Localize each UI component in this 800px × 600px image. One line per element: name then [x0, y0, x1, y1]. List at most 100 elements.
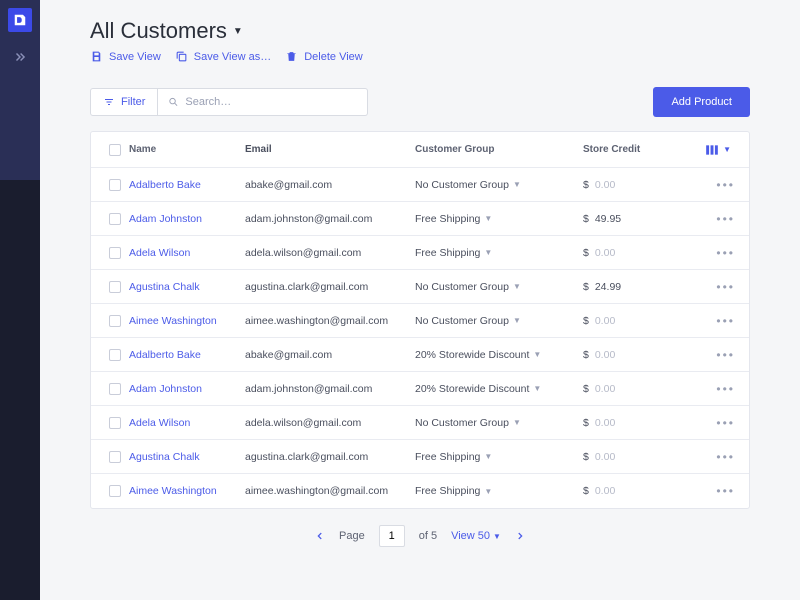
customer-group-select[interactable]: No Customer Group▼: [415, 417, 583, 429]
chevron-down-icon: ▼: [484, 214, 492, 223]
customer-group-select[interactable]: Free Shipping▼: [415, 485, 583, 497]
customer-name-link[interactable]: Aimee Washington: [129, 485, 217, 497]
customer-name-link[interactable]: Adam Johnston: [129, 383, 202, 395]
header-email[interactable]: Email: [245, 144, 415, 155]
brand-logo-icon: [13, 13, 27, 27]
view-actions: Save View Save View as… Delete View: [90, 50, 750, 63]
chevron-down-icon: ▼: [484, 487, 492, 496]
chevron-down-icon: ▼: [533, 384, 541, 393]
table-row: Adam Johnston adam.johnston@gmail.comFree…: [91, 202, 749, 236]
customer-group-select[interactable]: 20% Storewide Discount▼: [415, 383, 583, 395]
customer-name-link[interactable]: Agustina Chalk: [129, 451, 200, 463]
row-checkbox[interactable]: [109, 247, 121, 259]
table-row: Agustina Chalk agustina.clark@gmail.comNo…: [91, 270, 749, 304]
row-checkbox[interactable]: [109, 451, 121, 463]
table-row: Adalberto Bake abake@gmail.com20% Storewi…: [91, 338, 749, 372]
prev-page-button[interactable]: [315, 528, 325, 544]
table-row: Agustina Chalk agustina.clark@gmail.comFr…: [91, 440, 749, 474]
row-checkbox[interactable]: [109, 349, 121, 361]
customer-name-link[interactable]: Adam Johnston: [129, 213, 202, 225]
search-icon: [168, 96, 179, 108]
chevron-down-icon: ▼: [513, 282, 521, 291]
row-checkbox[interactable]: [109, 213, 121, 225]
sidebar: [0, 0, 40, 600]
row-actions-button[interactable]: •••: [716, 450, 735, 464]
chevron-down-icon: ▼: [513, 316, 521, 325]
customer-email: abake@gmail.com: [245, 179, 415, 191]
store-credit: $0.00: [583, 485, 663, 497]
customer-name-link[interactable]: Agustina Chalk: [129, 281, 200, 293]
table-row: Aimee Washingtonaimee.washington@gmail.c…: [91, 304, 749, 338]
columns-icon: [705, 144, 719, 156]
expand-sidebar-button[interactable]: [13, 50, 27, 69]
row-actions-button[interactable]: •••: [716, 382, 735, 396]
customer-email: agustina.clark@gmail.com: [245, 451, 415, 463]
copy-icon: [175, 50, 188, 63]
page-size-select[interactable]: View 50 ▼: [451, 530, 501, 542]
customer-group-select[interactable]: No Customer Group▼: [415, 281, 583, 293]
select-all-checkbox[interactable]: [109, 144, 121, 156]
customer-group-select[interactable]: Free Shipping▼: [415, 247, 583, 259]
chevron-down-icon: ▼: [723, 145, 731, 154]
customer-email: adam.johnston@gmail.com: [245, 213, 415, 225]
row-checkbox[interactable]: [109, 383, 121, 395]
customer-group-select[interactable]: 20% Storewide Discount▼: [415, 349, 583, 361]
save-view-as-button[interactable]: Save View as…: [175, 50, 271, 63]
header-name[interactable]: Name: [129, 144, 245, 155]
row-actions-button[interactable]: •••: [716, 484, 735, 498]
filter-icon: [103, 96, 115, 108]
page-of-label: of 5: [419, 530, 437, 542]
row-actions-button[interactable]: •••: [716, 280, 735, 294]
store-credit: $0.00: [583, 451, 663, 463]
table-row: Adam Johnston adam.johnston@gmail.com20% …: [91, 372, 749, 406]
brand-logo[interactable]: [8, 8, 32, 32]
customer-group-select[interactable]: Free Shipping▼: [415, 213, 583, 225]
customer-email: abake@gmail.com: [245, 349, 415, 361]
search-field[interactable]: [158, 88, 368, 116]
customer-name-link[interactable]: Adela Wilson: [129, 247, 190, 259]
customer-group-select[interactable]: No Customer Group▼: [415, 315, 583, 327]
add-product-button[interactable]: Add Product: [653, 87, 750, 117]
customer-group-select[interactable]: No Customer Group▼: [415, 179, 583, 191]
row-checkbox[interactable]: [109, 485, 121, 497]
row-actions-button[interactable]: •••: [716, 314, 735, 328]
delete-view-button[interactable]: Delete View: [285, 50, 363, 63]
search-input[interactable]: [185, 96, 357, 108]
row-actions-button[interactable]: •••: [716, 212, 735, 226]
row-actions-button[interactable]: •••: [716, 348, 735, 362]
store-credit: $0.00: [583, 417, 663, 429]
header-credit[interactable]: Store Credit: [583, 144, 663, 155]
row-checkbox[interactable]: [109, 315, 121, 327]
main-content: All Customers ▼ Save View Save View as… …: [40, 0, 800, 600]
chevron-down-icon: ▼: [484, 452, 492, 461]
column-settings-button[interactable]: ▼: [705, 144, 735, 156]
pagination: Page of 5 View 50 ▼: [90, 509, 750, 563]
filter-button[interactable]: Filter: [90, 88, 158, 116]
row-checkbox[interactable]: [109, 179, 121, 191]
page-size-label: View 50: [451, 530, 490, 542]
customer-name-link[interactable]: Adalberto Bake: [129, 179, 201, 191]
save-view-button[interactable]: Save View: [90, 50, 161, 63]
row-actions-button[interactable]: •••: [716, 416, 735, 430]
page-input[interactable]: [379, 525, 405, 547]
row-checkbox[interactable]: [109, 417, 121, 429]
customer-email: adela.wilson@gmail.com: [245, 247, 415, 259]
customer-name-link[interactable]: Adalberto Bake: [129, 349, 201, 361]
customer-group-select[interactable]: Free Shipping▼: [415, 451, 583, 463]
toolbar: Filter Add Product: [90, 87, 750, 117]
customer-email: adela.wilson@gmail.com: [245, 417, 415, 429]
page-title-row[interactable]: All Customers ▼: [90, 18, 750, 44]
row-actions-button[interactable]: •••: [716, 178, 735, 192]
next-page-button[interactable]: [515, 528, 525, 544]
customer-email: agustina.clark@gmail.com: [245, 281, 415, 293]
row-actions-button[interactable]: •••: [716, 246, 735, 260]
row-checkbox[interactable]: [109, 281, 121, 293]
customer-name-link[interactable]: Adela Wilson: [129, 417, 190, 429]
customer-email: adam.johnston@gmail.com: [245, 383, 415, 395]
header-group[interactable]: Customer Group: [415, 144, 583, 155]
chevron-down-icon: ▼: [513, 180, 521, 189]
store-credit: $24.99: [583, 281, 663, 293]
store-credit: $0.00: [583, 179, 663, 191]
customer-name-link[interactable]: Aimee Washington: [129, 315, 217, 327]
store-credit: $0.00: [583, 383, 663, 395]
